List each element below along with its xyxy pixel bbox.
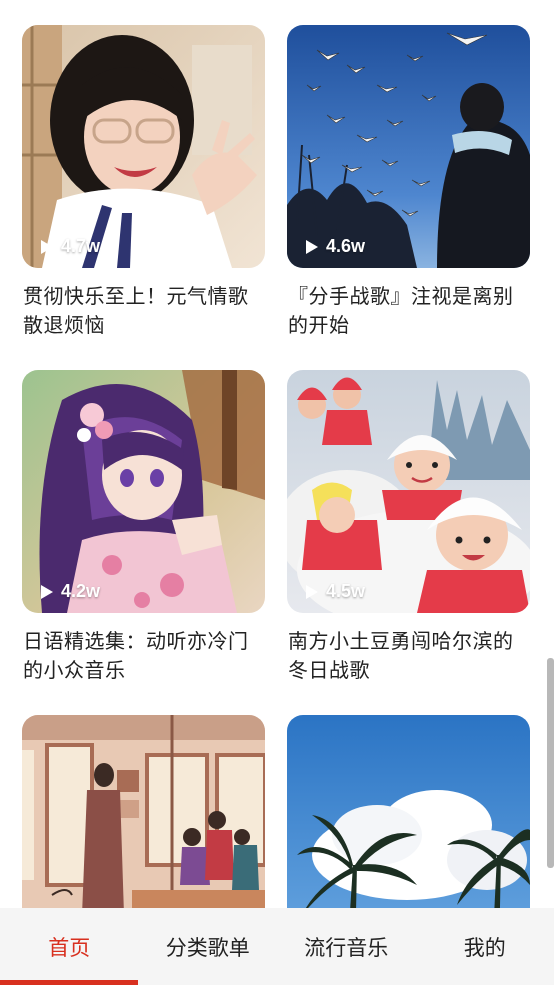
tab-home-label: 首页: [48, 935, 91, 960]
playlist-card[interactable]: 4.6w 『分手战歌』注视是离别的开始: [287, 25, 530, 340]
cover-anime-girl: [22, 370, 265, 613]
play-count: 4.7w: [38, 236, 100, 257]
playlist-card[interactable]: 4.7w 贯彻快乐至上！元气情歌散退烦恼: [22, 25, 265, 340]
play-icon: [306, 239, 318, 254]
playlist-title[interactable]: 贯彻快乐至上！元气情歌散退烦恼: [22, 282, 265, 340]
tab-pop-music-label: 流行音乐: [304, 935, 389, 960]
tab-pop-music[interactable]: 流行音乐: [277, 908, 416, 985]
playlist-card[interactable]: 4.5w 南方小土豆勇闯哈尔滨的冬日战歌: [287, 370, 530, 685]
playlist-title[interactable]: 日语精选集：动听亦冷门的小众音乐: [22, 627, 265, 685]
scrollbar[interactable]: [547, 658, 554, 868]
cover-girl-with-glasses: [22, 25, 265, 268]
play-count-text: 4.7w: [61, 236, 101, 256]
playlist-cover[interactable]: 4.5w: [287, 370, 530, 613]
playlist-cover[interactable]: 4.7w: [22, 25, 265, 268]
app-screen: 4.7w 贯彻快乐至上！元气情歌散退烦恼 4.6w 『分手战歌』注视是离别的开始…: [0, 0, 554, 985]
playlist-title[interactable]: 『分手战歌』注视是离别的开始: [287, 282, 530, 340]
cover-snow-kids-painting: [287, 370, 530, 613]
cover-seagulls-blue-sky: [287, 25, 530, 268]
tab-mine[interactable]: 我的: [416, 908, 554, 985]
play-icon: [306, 584, 318, 599]
tab-home[interactable]: 首页: [0, 908, 139, 985]
playlist-title[interactable]: 南方小土豆勇闯哈尔滨的冬日战歌: [287, 627, 530, 685]
active-tab-indicator: [0, 980, 138, 985]
playlist-card[interactable]: 4.2w 日语精选集：动听亦冷门的小众音乐: [22, 370, 265, 685]
tab-category-playlists[interactable]: 分类歌单: [139, 908, 278, 985]
play-count: 4.2w: [38, 581, 100, 602]
play-icon: [41, 239, 53, 254]
bottom-tab-bar: 首页 分类歌单 流行音乐 我的: [0, 908, 554, 985]
tab-mine-label: 我的: [463, 935, 506, 960]
playlist-cover[interactable]: 4.2w: [22, 370, 265, 613]
play-count: 4.5w: [303, 581, 365, 602]
tab-category-playlists-label: 分类歌单: [165, 935, 250, 960]
play-count-text: 4.5w: [326, 581, 366, 601]
play-icon: [41, 584, 53, 599]
play-count-text: 4.2w: [61, 581, 101, 601]
play-count: 4.6w: [303, 236, 365, 257]
play-count-text: 4.6w: [326, 236, 366, 256]
playlist-cover[interactable]: 4.6w: [287, 25, 530, 268]
